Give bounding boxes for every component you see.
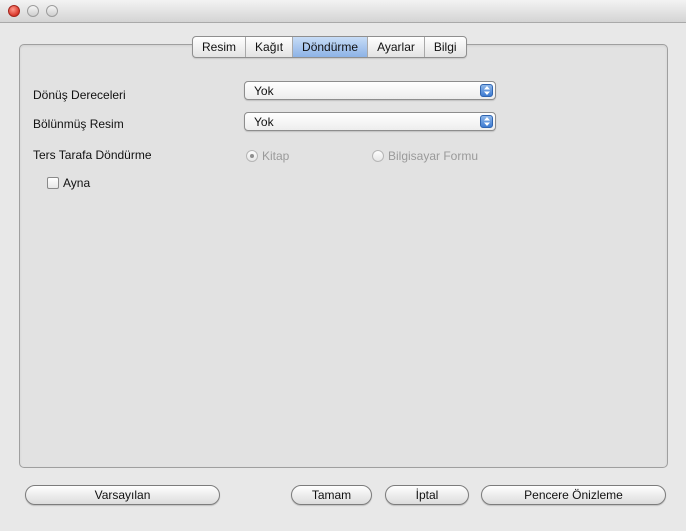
ok-button[interactable]: Tamam xyxy=(291,485,372,505)
mirror-checkbox[interactable] xyxy=(47,177,59,189)
split-label: Bölünmüş Resim xyxy=(33,117,124,131)
reverse-label: Ters Tarafa Döndürme xyxy=(33,148,152,162)
tab-content-panel xyxy=(19,44,668,468)
split-select[interactable]: Yok xyxy=(244,112,496,131)
split-select-value: Yok xyxy=(254,115,274,129)
tab-ayarlar[interactable]: Ayarlar xyxy=(368,37,425,57)
tab-kagit[interactable]: Kağıt xyxy=(246,37,294,57)
tab-dondurme[interactable]: Döndürme xyxy=(293,37,369,57)
mirror-checkbox-group[interactable]: Ayna xyxy=(47,176,90,190)
rotation-label: Dönüş Dereceleri xyxy=(33,88,126,102)
defaults-button[interactable]: Varsayılan xyxy=(25,485,220,505)
minimize-button[interactable] xyxy=(27,5,39,17)
rotation-select[interactable]: Yok xyxy=(244,81,496,100)
cancel-button[interactable]: İptal xyxy=(385,485,469,505)
preview-button[interactable]: Pencere Önizleme xyxy=(481,485,666,505)
mirror-label: Ayna xyxy=(63,176,91,190)
radio-kitap-label: Kitap xyxy=(262,149,290,163)
radio-kitap[interactable]: Kitap xyxy=(246,149,289,163)
title-bar xyxy=(0,0,686,23)
select-stepper-icon xyxy=(480,84,493,97)
zoom-button[interactable] xyxy=(46,5,58,17)
select-stepper-icon xyxy=(480,115,493,128)
radio-bilgisayar-formu-button[interactable] xyxy=(372,150,384,162)
tab-bar: Resim Kağıt Döndürme Ayarlar Bilgi xyxy=(192,36,467,58)
radio-bilgisayar-formu-label: Bilgisayar Formu xyxy=(388,149,479,163)
close-button[interactable] xyxy=(8,5,20,17)
radio-kitap-button[interactable] xyxy=(246,150,258,162)
tab-bilgi[interactable]: Bilgi xyxy=(425,37,466,57)
radio-bilgisayar-formu[interactable]: Bilgisayar Formu xyxy=(372,149,478,163)
tab-resim[interactable]: Resim xyxy=(193,37,247,57)
rotation-select-value: Yok xyxy=(254,84,274,98)
